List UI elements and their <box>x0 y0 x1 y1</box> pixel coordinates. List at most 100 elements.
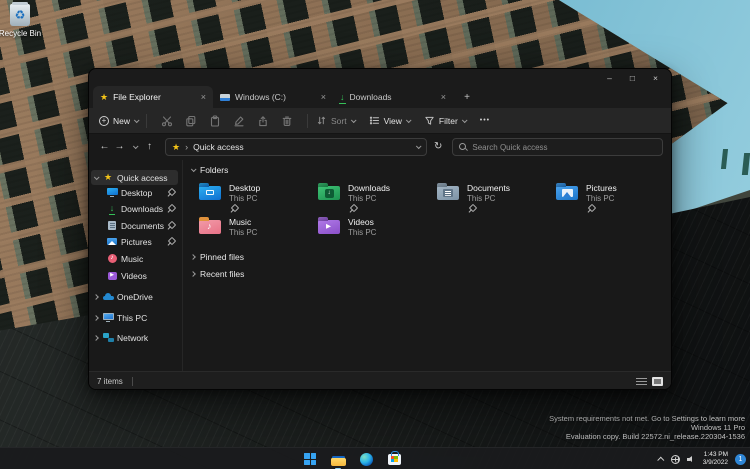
hidden-icons-chevron-icon[interactable] <box>656 456 665 464</box>
chevron-right-icon <box>190 254 196 260</box>
back-button[interactable]: ← <box>97 142 112 152</box>
sort-button[interactable]: Sort <box>316 115 357 126</box>
sidebar-item-this-pc[interactable]: This PC <box>91 310 178 325</box>
tray-time: 1:43 PM <box>703 450 728 458</box>
address-bar[interactable]: ★ › Quick access <box>165 138 427 156</box>
search-box[interactable] <box>452 138 663 156</box>
folder-tile-videos[interactable]: ▶ Videos This PC <box>318 216 432 250</box>
minimize-button[interactable]: – <box>598 71 621 85</box>
view-icon <box>369 116 379 125</box>
recycle-bin-icon: ♻ <box>10 2 30 26</box>
chevron-right-icon[interactable] <box>91 293 101 300</box>
folder-tile-documents[interactable]: Documents This PC <box>437 182 551 216</box>
section-label: Folders <box>200 165 229 175</box>
taskbar-file-explorer-button[interactable] <box>330 451 346 469</box>
section-label: Recent files <box>200 269 245 279</box>
forward-button[interactable]: → <box>112 142 127 152</box>
view-button[interactable]: View <box>369 115 412 126</box>
folder-tile-music[interactable]: ♪ Music This PC <box>199 216 313 250</box>
close-tab-icon[interactable]: × <box>441 92 446 102</box>
recycle-bin-shortcut[interactable]: ♻ Recycle Bin <box>0 2 49 38</box>
video-icon: ▶ <box>105 271 119 280</box>
clock[interactable]: 1:43 PM 3/9/2022 <box>703 451 728 468</box>
filter-button[interactable]: Filter <box>424 115 468 126</box>
pin-icon <box>229 204 237 212</box>
system-tray: 1:43 PM 3/9/2022 1 <box>656 448 746 469</box>
copy-icon <box>186 115 196 126</box>
chevron-right-icon[interactable] <box>91 334 101 341</box>
close-tab-icon[interactable]: × <box>321 92 326 102</box>
recycle-glyph: ♻ <box>14 8 26 22</box>
network-tray-icon[interactable] <box>670 454 680 464</box>
chevron-down-icon[interactable] <box>91 173 101 180</box>
search-input[interactable] <box>472 142 656 152</box>
tab-downloads[interactable]: ↓ Downloads × <box>333 86 453 108</box>
folder-tile-pictures[interactable]: Pictures This PC <box>556 182 670 216</box>
volume-icon[interactable] <box>686 455 696 464</box>
tile-name: Desktop <box>229 183 261 193</box>
add-tab-button[interactable]: + <box>459 89 475 105</box>
sidebar-item-label: Network <box>117 332 149 343</box>
pictures-folder-icon <box>556 186 578 200</box>
new-button[interactable]: + New <box>99 115 140 126</box>
sidebar-item-downloads[interactable]: ↓ Downloads <box>91 201 178 216</box>
search-icon <box>459 143 467 151</box>
tile-location: This PC <box>229 193 258 203</box>
sort-icon <box>317 116 326 125</box>
tab-windows-c[interactable]: Windows (C:) × <box>213 86 333 108</box>
details-view-icon[interactable] <box>636 377 647 386</box>
folder-tile-downloads[interactable]: ↓ Downloads This PC <box>318 182 432 216</box>
filter-label: Filter <box>438 115 458 126</box>
rename-icon <box>234 115 244 126</box>
sidebar-item-pictures[interactable]: Pictures <box>91 234 178 249</box>
star-icon: ★ <box>100 91 109 102</box>
sidebar-item-desktop[interactable]: Desktop <box>91 185 178 200</box>
refresh-button[interactable]: ↻ <box>434 142 442 152</box>
tile-name: Pictures <box>586 183 617 193</box>
cut-button[interactable] <box>155 112 179 130</box>
address-dropdown-icon[interactable] <box>415 143 422 150</box>
pinned-files-section-header[interactable]: Pinned files <box>190 252 244 262</box>
network-icon <box>101 333 115 342</box>
maximize-button[interactable]: □ <box>621 71 644 85</box>
desktop-folder-icon <box>199 186 221 200</box>
folder-tile-desktop[interactable]: Desktop This PC <box>199 182 313 216</box>
delete-button[interactable] <box>275 112 299 130</box>
sidebar-item-quick-access[interactable]: ★ Quick access <box>91 170 178 185</box>
chevron-down-icon <box>461 116 468 123</box>
sidebar-item-onedrive[interactable]: OneDrive <box>91 289 178 304</box>
desktop-icon <box>105 188 119 197</box>
close-button[interactable]: × <box>644 71 667 85</box>
close-tab-icon[interactable]: × <box>201 92 206 102</box>
tab-file-explorer[interactable]: ★ File Explorer × <box>93 86 213 108</box>
breadcrumb-location[interactable]: Quick access <box>193 142 244 152</box>
sort-label: Sort <box>331 115 347 126</box>
share-button[interactable] <box>251 112 275 130</box>
folders-section-header[interactable]: Folders <box>190 165 229 175</box>
sidebar-item-videos[interactable]: ▶ Videos <box>91 268 178 283</box>
sidebar-item-music[interactable]: ♪ Music <box>91 251 178 266</box>
tile-location: This PC <box>348 193 377 203</box>
tab-label: Windows (C:) <box>235 92 287 102</box>
recent-locations-button[interactable] <box>127 143 142 150</box>
large-icons-view-icon[interactable] <box>652 376 663 386</box>
start-button[interactable] <box>302 451 318 467</box>
notification-badge[interactable]: 1 <box>735 453 746 465</box>
see-more-button[interactable]: ••• <box>480 117 490 124</box>
sidebar-item-network[interactable]: Network <box>91 330 178 345</box>
paste-button[interactable] <box>203 112 227 130</box>
chevron-down-icon <box>133 116 140 123</box>
recent-files-section-header[interactable]: Recent files <box>190 269 245 279</box>
titlebar[interactable]: – □ × <box>89 69 671 86</box>
chevron-right-icon[interactable] <box>91 314 101 321</box>
pin-icon <box>348 204 356 212</box>
watermark-line2: Windows 11 Pro <box>690 422 745 432</box>
taskbar-store-button[interactable] <box>386 450 402 467</box>
copy-button[interactable] <box>179 112 203 130</box>
sidebar-item-documents[interactable]: Documents <box>91 218 178 233</box>
toolbar-divider <box>146 113 148 128</box>
up-button[interactable]: ↑ <box>142 142 157 152</box>
tab-label: File Explorer <box>113 92 161 102</box>
taskbar-edge-button[interactable] <box>358 451 374 467</box>
rename-button[interactable] <box>227 112 251 130</box>
